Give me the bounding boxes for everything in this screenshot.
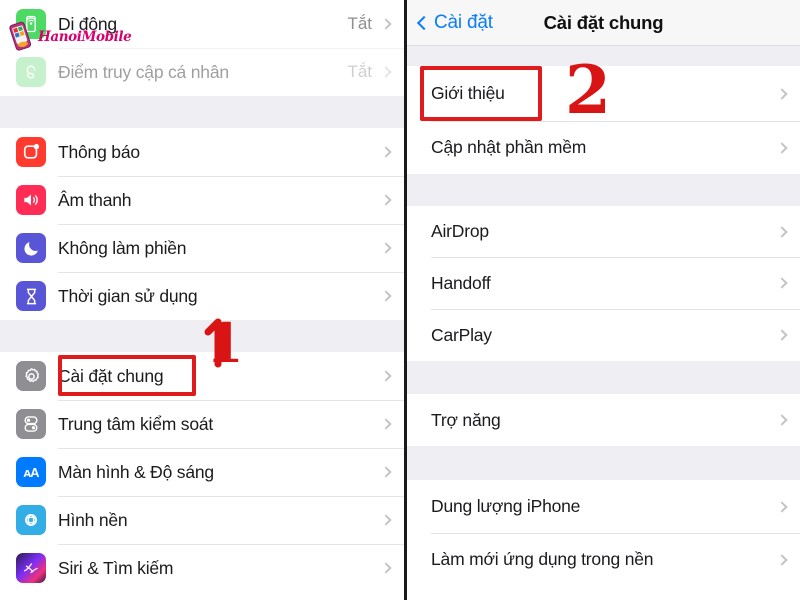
chevron-right-icon (776, 277, 788, 289)
general-row-software-update[interactable]: Cập nhật phần mềm (407, 121, 800, 174)
general-row-label: Dung lượng iPhone (431, 496, 581, 516)
settings-root-panel: Di động Tắt Điểm truy cập cá nhân Tắt Th… (0, 0, 404, 600)
settings-row-label: Siri & Tìm kiếm (58, 557, 174, 578)
general-row-label: Cập nhật phần mềm (431, 137, 587, 157)
chevron-right-icon (776, 553, 788, 566)
settings-row-value: Tắt (347, 14, 372, 33)
display-brightness-icon: ᴀA (16, 457, 46, 487)
general-settings-panel: Cài đặt Cài đặt chung Giới thiệu Cập nhậ… (404, 0, 800, 600)
group-separator (0, 320, 404, 352)
settings-row-label: Thông báo (58, 141, 140, 162)
do-not-disturb-icon (16, 233, 46, 263)
chevron-right-icon (380, 18, 392, 30)
settings-row-control-center[interactable]: Trung tâm kiểm soát (0, 400, 404, 448)
back-button[interactable]: Cài đặt (416, 11, 493, 34)
cellular-icon (16, 9, 46, 39)
settings-row-label: Di động (58, 13, 117, 34)
settings-row-notifications[interactable]: Thông báo (0, 128, 404, 176)
settings-row-screen-time[interactable]: Thời gian sử dụng (0, 272, 404, 320)
general-row-label: CarPlay (431, 324, 492, 345)
chevron-right-icon (380, 418, 392, 430)
general-row-label: AirDrop (431, 221, 489, 241)
general-row-airdrop[interactable]: AirDrop (407, 206, 800, 257)
settings-group-connectivity: Di động Tắt Điểm truy cập cá nhân Tắt (0, 0, 404, 96)
general-row-accessibility[interactable]: Trợ năng (407, 394, 800, 446)
chevron-right-icon (380, 514, 392, 526)
general-settings-icon (16, 361, 46, 391)
notifications-icon (16, 137, 46, 167)
settings-row-sounds[interactable]: Âm thanh (0, 176, 404, 224)
siri-icon (16, 553, 46, 583)
settings-group-alerts: Thông báo Âm thanh Không làm phiền Thời … (0, 128, 404, 320)
back-button-label: Cài đặt (434, 11, 493, 33)
settings-row-do-not-disturb[interactable]: Không làm phiền (0, 224, 404, 272)
navigation-bar: Cài đặt Cài đặt chung (407, 0, 800, 46)
settings-row-label: Điểm truy cập cá nhân (58, 61, 229, 82)
chevron-right-icon (776, 141, 788, 154)
chevron-right-icon (776, 500, 788, 513)
settings-row-label: Trung tâm kiểm soát (58, 413, 214, 434)
chevron-right-icon (380, 370, 392, 382)
settings-group-system: Cài đặt chung Trung tâm kiểm soát ᴀA Màn… (0, 352, 404, 592)
settings-row-display-brightness[interactable]: ᴀA Màn hình & Độ sáng (0, 448, 404, 496)
group-separator (407, 446, 800, 480)
group-separator (407, 361, 800, 394)
chevron-right-icon (380, 146, 392, 158)
general-group-storage: Dung lượng iPhone Làm mới ứng dụng trong… (407, 480, 800, 586)
chevron-right-icon (380, 66, 392, 78)
general-group-about: Giới thiệu Cập nhật phần mềm (407, 66, 800, 174)
settings-row-value: Tắt (347, 62, 372, 81)
general-row-about[interactable]: Giới thiệu (407, 66, 800, 121)
general-row-iphone-storage[interactable]: Dung lượng iPhone (407, 480, 800, 533)
chevron-right-icon (380, 562, 392, 574)
chevron-right-icon (380, 466, 392, 478)
chevron-right-icon (380, 290, 392, 302)
general-row-label: Handoff (431, 272, 491, 293)
settings-row-label: Màn hình & Độ sáng (58, 461, 214, 482)
chevron-right-icon (776, 329, 788, 341)
wallpaper-icon (16, 505, 46, 535)
general-row-label: Trợ năng (431, 409, 501, 430)
group-separator (0, 96, 404, 128)
chevron-right-icon (776, 225, 788, 238)
general-group-sharing: AirDrop Handoff CarPlay (407, 206, 800, 361)
general-row-carplay[interactable]: CarPlay (407, 309, 800, 361)
screenshot-root: Di động Tắt Điểm truy cập cá nhân Tắt Th… (0, 0, 800, 600)
general-row-label: Làm mới ứng dụng trong nền (431, 549, 654, 569)
general-row-handoff[interactable]: Handoff (407, 257, 800, 309)
settings-row-label: Cài đặt chung (58, 365, 164, 386)
chevron-left-icon (416, 15, 432, 31)
settings-row-label: Không làm phiền (58, 237, 187, 258)
group-separator (407, 174, 800, 206)
settings-row-siri-search[interactable]: Siri & Tìm kiếm (0, 544, 404, 592)
aa-glyph: ᴀA (23, 464, 39, 480)
control-center-icon (16, 409, 46, 439)
settings-row-cellular[interactable]: Di động Tắt (0, 0, 404, 48)
general-group-accessibility: Trợ năng (407, 394, 800, 446)
settings-row-personal-hotspot[interactable]: Điểm truy cập cá nhân Tắt (0, 48, 404, 96)
general-row-background-app-refresh[interactable]: Làm mới ứng dụng trong nền (407, 533, 800, 586)
settings-row-general[interactable]: Cài đặt chung (0, 352, 404, 400)
screen-time-icon (16, 281, 46, 311)
group-separator (407, 46, 800, 66)
settings-row-label: Hình nền (58, 509, 128, 530)
settings-row-label: Thời gian sử dụng (58, 285, 198, 306)
settings-row-wallpaper[interactable]: Hình nền (0, 496, 404, 544)
chevron-right-icon (380, 242, 392, 254)
chevron-right-icon (380, 194, 392, 206)
chevron-right-icon (776, 414, 788, 426)
sounds-icon (16, 185, 46, 215)
hotspot-icon (16, 57, 46, 87)
chevron-right-icon (776, 87, 788, 100)
settings-row-label: Âm thanh (58, 189, 132, 210)
general-row-label: Giới thiệu (431, 83, 505, 103)
